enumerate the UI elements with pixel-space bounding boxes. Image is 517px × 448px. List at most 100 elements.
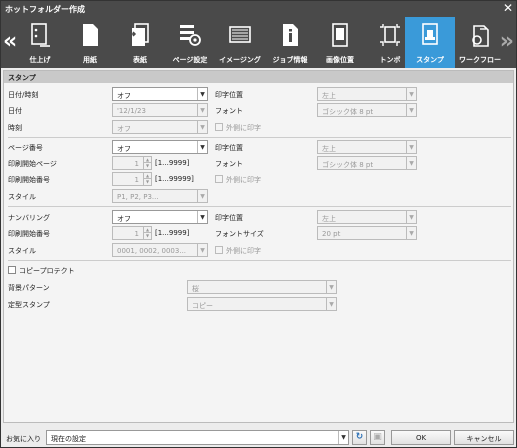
page-number-font-select[interactable]: ゴシック体 8 pt ▼ [317,156,417,170]
numbering-outside-print-checkbox[interactable] [215,246,223,254]
favorites-select[interactable]: 現在の設定 ▼ [46,430,349,445]
tab-image-position[interactable]: 画像位置 [315,17,365,68]
numbering-style-value: 0001, 0002, 0003... [117,247,187,255]
start-number-range: [1...99999] [155,175,194,183]
time-format-select[interactable]: オフ ▼ [112,120,208,134]
fixed-stamp-label: 定型スタンプ [8,301,50,309]
page-settings-icon [180,25,201,46]
fixed-stamp-select[interactable]: コピー ▼ [187,297,337,311]
datetime-value: オフ [117,92,131,100]
datetime-select[interactable]: オフ ▼ [112,87,208,101]
time-format-value: オフ [117,125,131,133]
page-style-label: スタイル [8,193,36,201]
chevron-down-icon: ▼ [338,431,348,444]
background-pattern-label: 背景パターン [8,284,50,292]
save-icon: ▣ [373,432,382,442]
start-page-stepper[interactable]: 1 ▲ ▼ [112,156,152,170]
tab-finishing[interactable]: 仕上げ [15,17,65,68]
date-outside-print-label: 外側に印字 [226,124,261,132]
chevron-down-icon: ▼ [406,104,416,116]
date-position-value: 左上 [322,92,336,100]
page-style-value: P1, P2, P3... [117,193,159,201]
start-number-label: 印刷開始番号 [8,176,50,184]
chevron-down-icon: ▼ [326,298,336,310]
stepper-down-icon[interactable]: ▼ [143,163,151,169]
page-number-position-label: 印字位置 [215,144,243,152]
copy-protect-label: コピープロテクト [19,267,75,275]
time-label: 時刻 [8,124,22,132]
cancel-button[interactable]: キャンセル [454,430,514,445]
date-font-select[interactable]: ゴシック体 8 pt ▼ [317,103,417,117]
numbering-outside-print-label: 外側に印字 [226,247,261,255]
refresh-button[interactable]: ↻ [352,430,367,445]
background-pattern-value: 桜 [192,285,199,293]
stepper-down-icon[interactable]: ▼ [143,233,151,239]
tab-workflow[interactable]: ワークフロー [455,17,505,68]
tab-imaging[interactable]: イメージング [215,17,265,68]
close-icon[interactable]: ✕ [503,1,513,15]
tab-label: 画像位置 [326,56,354,64]
title-bar: ホットフォルダー作成 ✕ [1,1,516,17]
chevron-down-icon: ▼ [197,244,207,256]
start-page-range: [1...9999] [155,159,190,167]
background-pattern-select[interactable]: 桜 ▼ [187,280,337,294]
category-toolbar: « 仕上げ 用紙 表紙 ページ設定 イメージング ジョブ情報 画像位置 トンボ … [1,17,516,68]
save-favorite-button[interactable]: ▣ [370,430,385,445]
divider [8,206,511,207]
numbering-font-size-select[interactable]: 20 pt ▼ [317,226,417,240]
favorites-label: お気に入り [6,435,41,443]
date-font-label: フォント [215,107,243,115]
workflow-icon [472,25,489,47]
date-label: 日付 [8,107,22,115]
chevron-down-icon: ▼ [326,281,336,293]
stepper-down-icon[interactable]: ▼ [143,179,151,185]
tab-label: スタンプ [416,56,444,64]
numbering-style-select[interactable]: 0001, 0002, 0003... ▼ [112,243,208,257]
numbering-style-label: スタイル [8,247,36,255]
date-format-select[interactable]: '12/1/23 ▼ [112,103,208,117]
tab-job-info[interactable]: ジョブ情報 [265,17,315,68]
page-number-position-select[interactable]: 左上 ▼ [317,140,417,154]
chevron-down-icon: ▼ [197,121,207,133]
tab-label: 用紙 [83,56,97,64]
favorites-value: 現在の設定 [51,435,86,443]
numbering-select[interactable]: オフ ▼ [112,210,208,224]
tab-cover[interactable]: 表紙 [115,17,165,68]
chevron-down-icon: ▼ [197,190,207,202]
crop-marks-icon [380,24,400,46]
hot-folder-window: ホットフォルダー作成 ✕ « 仕上げ 用紙 表紙 ページ設定 イメージング ジョ… [0,0,517,448]
imaging-icon [229,26,251,43]
numbering-position-select[interactable]: 左上 ▼ [317,210,417,224]
numbering-start-stepper[interactable]: 1 ▲ ▼ [112,226,152,240]
start-number-stepper[interactable]: 1 ▲ ▼ [112,172,152,186]
start-page-value: 1 [134,160,139,168]
chevron-down-icon: ▼ [406,88,416,100]
page-number-position-value: 左上 [322,145,336,153]
page-number-select[interactable]: オフ ▼ [112,140,208,154]
numbering-font-size-value: 20 pt [322,230,341,238]
date-format-value: '12/1/23 [117,107,146,115]
cover-icon [130,23,149,46]
tab-page-settings[interactable]: ページ設定 [165,17,215,68]
stamp-icon [422,23,438,45]
numbering-start-value: 1 [134,230,139,238]
numbering-position-label: 印字位置 [215,214,243,222]
finishing-icon [31,23,50,47]
copy-protect-checkbox[interactable] [8,266,16,274]
tab-label: イメージング [219,56,261,64]
tab-stamp[interactable]: スタンプ [405,17,455,68]
job-info-icon [283,24,298,46]
numbering-start-range: [1...9999] [155,229,190,237]
page-style-select[interactable]: P1, P2, P3... ▼ [112,189,208,203]
date-outside-print-checkbox[interactable] [215,123,223,131]
page-number-value: オフ [117,145,131,153]
tab-paper[interactable]: 用紙 [65,17,115,68]
next-tabs-button[interactable]: » [500,31,514,53]
ok-button[interactable]: OK [391,430,451,445]
page-number-outside-print-checkbox[interactable] [215,175,223,183]
divider [8,260,511,261]
chevron-down-icon: ▼ [197,211,207,223]
start-page-label: 印刷開始ページ [8,160,57,168]
tab-label: 表紙 [133,56,147,64]
date-position-select[interactable]: 左上 ▼ [317,87,417,101]
